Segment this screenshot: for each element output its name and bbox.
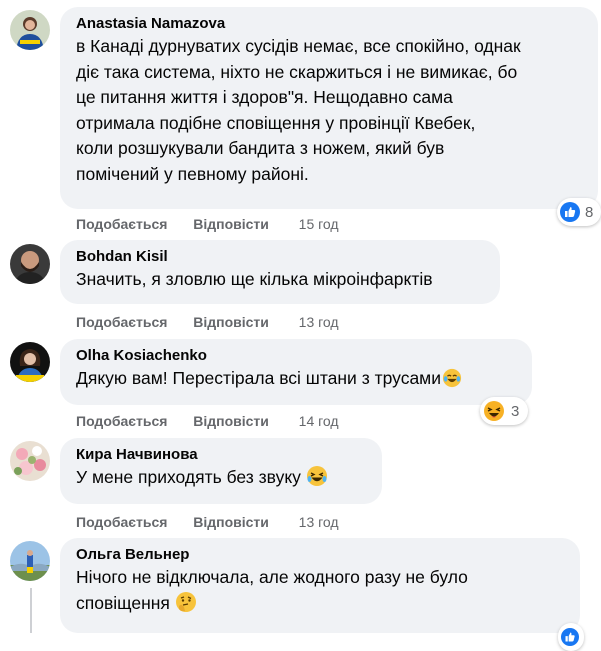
- timestamp[interactable]: 13 год: [299, 514, 339, 530]
- comment-text: в Канаді дурнуватих сусідів немає, все с…: [76, 34, 586, 187]
- timestamp[interactable]: 15 год: [299, 216, 339, 232]
- comment-text: Нічого не відключала, але жодного разу н…: [76, 565, 568, 616]
- like-icon: [561, 628, 579, 646]
- comment-bubble: Кира Начвинова У мене приходять без звук…: [60, 438, 382, 504]
- comment-bubble: Bohdan Kisil Значить, я зловлю ще кілька…: [60, 240, 500, 304]
- like-link[interactable]: Подобається: [76, 514, 167, 530]
- comment-text: Дякую вам! Перестірала всі штани з труса…: [76, 366, 520, 392]
- comment-bubble: Ольга Вельнер Нічого не відключала, але …: [60, 538, 580, 633]
- comment-line: коли розшукували бандита з ножем, який б…: [76, 138, 445, 158]
- reaction-summary[interactable]: 8: [557, 198, 601, 226]
- avatar[interactable]: [10, 441, 50, 481]
- comment-line: У мене приходять без звуку: [76, 467, 301, 487]
- comment-line: Дякую вам! Перестірала всі штани з труса…: [76, 368, 441, 388]
- avatar[interactable]: [10, 541, 50, 581]
- reply-link[interactable]: Відповісти: [193, 413, 269, 429]
- comment-author[interactable]: Кира Начвинова: [76, 445, 370, 465]
- thread-line: [30, 588, 32, 633]
- comment-line-wrap: сповіщення: [76, 591, 568, 617]
- comment-actions: Подобається Відповісти 15 год: [76, 215, 339, 233]
- like-link[interactable]: Подобається: [76, 216, 167, 232]
- reply-link[interactable]: Відповісти: [193, 514, 269, 530]
- comment-bubble: Olha Kosiachenko Дякую вам! Перестірала …: [60, 339, 532, 405]
- avatar[interactable]: [10, 10, 50, 50]
- comment-line: Нічого не відключала, але жодного разу н…: [76, 567, 468, 587]
- thinking-face-emoji: [175, 591, 196, 612]
- reaction-summary-partial[interactable]: [558, 623, 584, 651]
- comment-line: помічений у певному районі.: [76, 163, 309, 184]
- comment-line: в Канаді дурнуватих сусідів немає, все с…: [76, 36, 521, 56]
- comment-text: У мене приходять без звуку: [76, 465, 370, 491]
- comment-author[interactable]: Olha Kosiachenko: [76, 346, 520, 366]
- haha-icon: [484, 401, 504, 421]
- reaction-count: 3: [511, 402, 520, 420]
- crying-laughing-emoji: [306, 466, 327, 486]
- crying-laughing-emoji: [442, 368, 462, 388]
- comment-actions: Подобається Відповісти 13 год: [76, 313, 339, 331]
- reaction-summary[interactable]: 3: [480, 397, 528, 425]
- reply-link[interactable]: Відповісти: [193, 314, 269, 330]
- comment-line: сповіщення: [76, 592, 170, 613]
- comment-line: це питання життя і здоров"я. Нещодавно с…: [76, 87, 453, 107]
- like-link[interactable]: Подобається: [76, 413, 167, 429]
- comment-text: Значить, я зловлю ще кілька мікроінфаркт…: [76, 269, 433, 289]
- timestamp[interactable]: 14 год: [299, 413, 339, 429]
- comment-actions: Подобається Відповісти 14 год: [76, 412, 339, 430]
- avatar[interactable]: [10, 342, 50, 382]
- comment-author[interactable]: Anastasia Namazova: [76, 14, 586, 34]
- comment-actions: Подобається Відповісти 13 год: [76, 513, 339, 531]
- like-icon: [560, 202, 580, 222]
- reply-link[interactable]: Відповісти: [193, 216, 269, 232]
- avatar[interactable]: [10, 244, 50, 284]
- timestamp[interactable]: 13 год: [299, 314, 339, 330]
- comment-author[interactable]: Bohdan Kisil: [76, 247, 488, 267]
- comment-bubble: Anastasia Namazova в Канаді дурнуватих с…: [60, 7, 598, 209]
- comment-line: діє така система, ніхто не скаржиться і …: [76, 61, 518, 82]
- reaction-count: 8: [585, 203, 594, 221]
- like-link[interactable]: Подобається: [76, 314, 167, 330]
- comment-author[interactable]: Ольга Вельнер: [76, 545, 568, 565]
- comment-line: отримала подібне сповіщення у провінції …: [76, 112, 476, 133]
